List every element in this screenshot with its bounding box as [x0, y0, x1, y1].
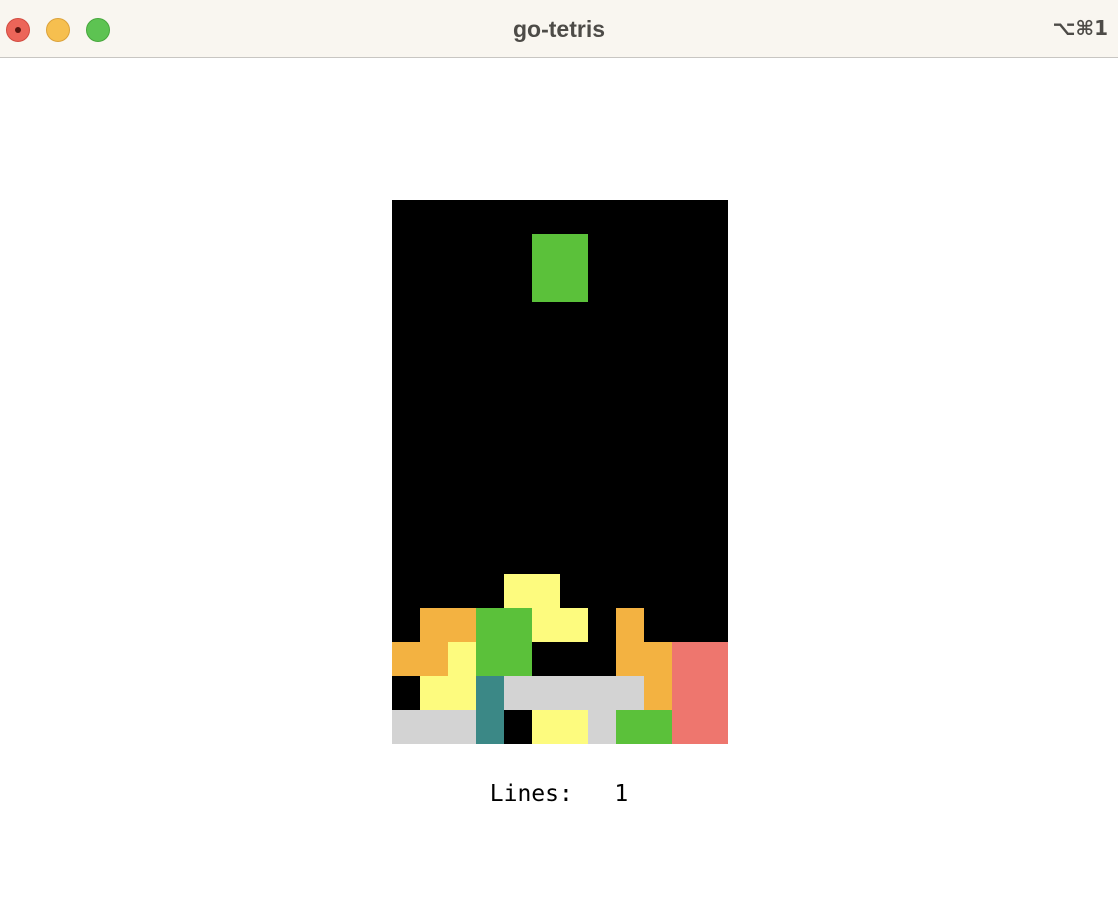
- board-block: [616, 642, 644, 676]
- board-block: [616, 608, 644, 642]
- board-block: [588, 676, 616, 710]
- board-block: [392, 642, 420, 676]
- board-block: [700, 642, 728, 676]
- board-block: [672, 710, 700, 744]
- board-block: [504, 574, 532, 608]
- board-block: [448, 676, 476, 710]
- title-bar[interactable]: go-tetris ⌥⌘1: [0, 0, 1118, 58]
- falling-piece-block: [560, 268, 588, 302]
- board-block: [504, 676, 532, 710]
- window-title: go-tetris: [513, 16, 605, 42]
- falling-piece-block: [532, 268, 560, 302]
- board-block: [644, 642, 672, 676]
- board-block: [644, 710, 672, 744]
- game-board[interactable]: [392, 200, 728, 744]
- board-block: [476, 608, 504, 642]
- board-block: [700, 710, 728, 744]
- board-block: [504, 642, 532, 676]
- board-block: [644, 676, 672, 710]
- board-block: [476, 676, 504, 710]
- board-block: [700, 676, 728, 710]
- lines-label: Lines:: [489, 781, 573, 807]
- app-window: go-tetris ⌥⌘1 Lines: 1: [0, 0, 1118, 916]
- window-shortcut: ⌥⌘1: [1052, 16, 1108, 40]
- board-block: [420, 676, 448, 710]
- lines-value: 1: [614, 781, 629, 807]
- board-block: [448, 642, 476, 676]
- board-block: [420, 608, 448, 642]
- board-block: [448, 608, 476, 642]
- board-block: [392, 710, 420, 744]
- board-block: [532, 574, 560, 608]
- board-block: [420, 642, 448, 676]
- board-block: [504, 608, 532, 642]
- falling-piece-block: [532, 234, 560, 268]
- board-block: [448, 710, 476, 744]
- board-block: [476, 642, 504, 676]
- board-block: [672, 676, 700, 710]
- falling-piece-block: [560, 234, 588, 268]
- board-block: [420, 710, 448, 744]
- board-block: [532, 608, 560, 642]
- board-block: [476, 710, 504, 744]
- board-block: [560, 608, 588, 642]
- board-block: [560, 710, 588, 744]
- board-block: [672, 642, 700, 676]
- board-block: [532, 676, 560, 710]
- board-block: [616, 676, 644, 710]
- board-block: [532, 710, 560, 744]
- lines-counter: Lines: 1: [0, 781, 1118, 807]
- board-block: [560, 676, 588, 710]
- board-block: [588, 710, 616, 744]
- board-block: [616, 710, 644, 744]
